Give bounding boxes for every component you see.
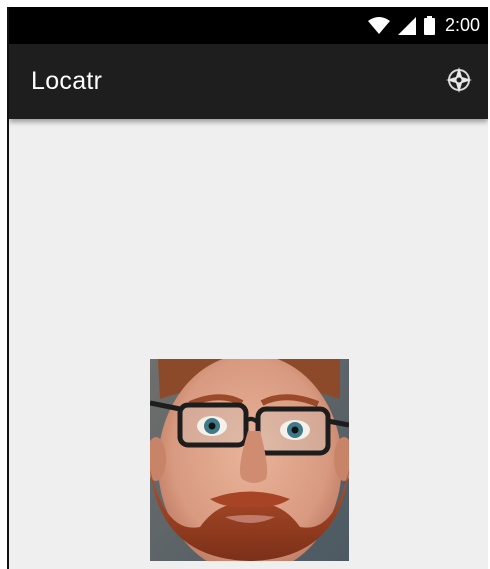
app-toolbar: Locatr (9, 44, 488, 119)
main-content (9, 119, 488, 569)
phone-screen: 2:00 Locatr (7, 7, 488, 569)
battery-icon (423, 16, 435, 35)
locate-compass-icon (445, 66, 473, 98)
cellular-signal-icon (397, 16, 416, 35)
wifi-icon (367, 16, 390, 35)
status-time: 2:00 (444, 15, 480, 35)
locate-button[interactable] (444, 67, 474, 97)
app-title: Locatr (31, 67, 103, 95)
status-bar: 2:00 (9, 7, 488, 44)
portrait-photo (150, 359, 349, 561)
status-icons: 2:00 (367, 7, 480, 44)
